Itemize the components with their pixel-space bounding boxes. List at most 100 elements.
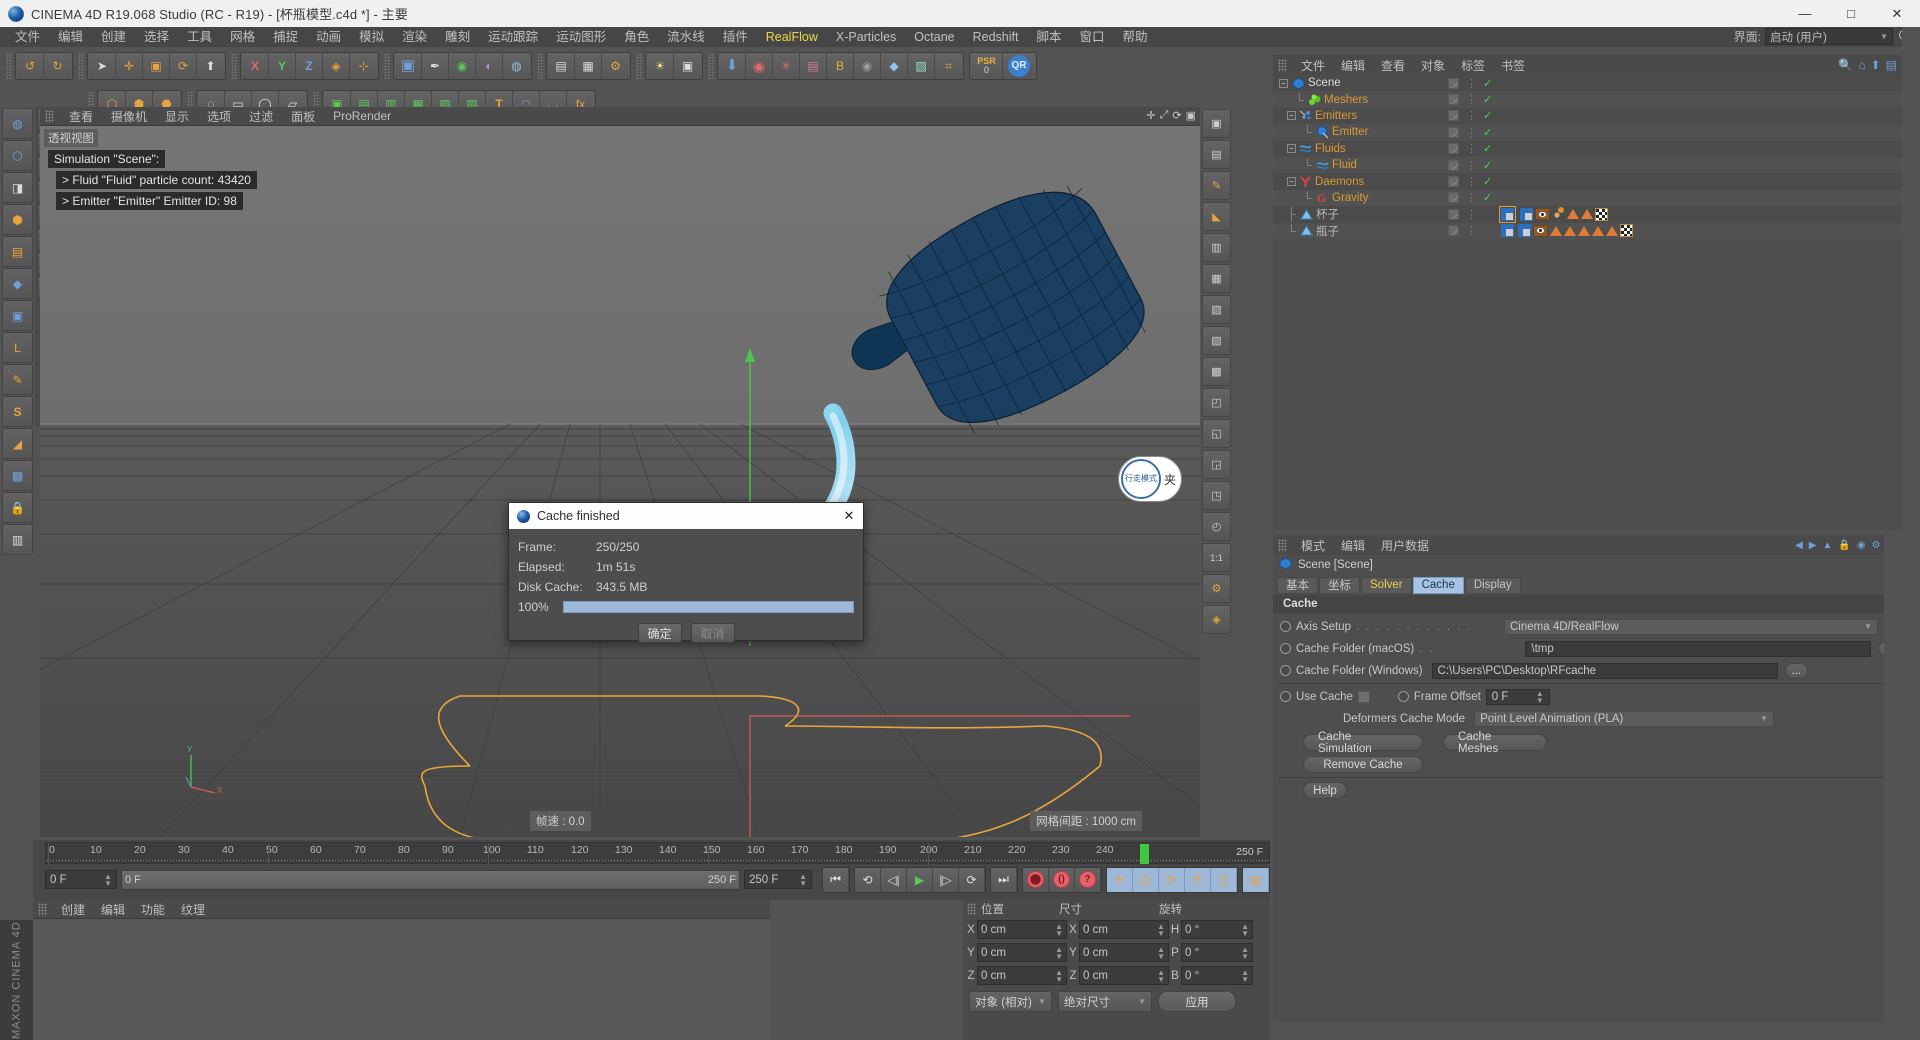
rf-mesh-button[interactable]: ◆ [881,53,908,79]
visibility-dots-icon[interactable] [1448,176,1459,187]
pin-icon[interactable]: ◉ [1857,540,1866,551]
toolbar-handle[interactable] [6,53,13,79]
forward-arrow-icon[interactable]: ▶ [1809,540,1817,551]
expander-icon[interactable]: − [1279,79,1288,88]
checker-tag[interactable] [1620,224,1633,237]
lock-axis-button[interactable]: 🔒 [2,492,33,523]
layout-icon[interactable]: ▤ [1886,58,1897,72]
goto-start-button[interactable]: ⏮ [823,868,849,892]
select-tool-button[interactable]: ➤ [89,53,116,79]
node-layout-button[interactable]: ◴ [1202,512,1231,541]
camera-button[interactable]: ▣ [674,53,701,79]
uv-tag[interactable] [1518,224,1531,237]
startup-layout-button[interactable]: ▨ [1202,326,1231,355]
timeline-playhead[interactable] [1140,844,1149,864]
menu-item-sculpt[interactable]: 雕刻 [436,27,479,47]
bend-deformer-button[interactable]: ◐ [476,53,503,79]
position-y-field[interactable]: 0 cm ▲▼ [977,943,1067,962]
spline-pen-button[interactable]: ✒ [422,53,449,79]
layer-dots-icon[interactable]: ⋮ [1466,142,1476,155]
material-tag[interactable] [1564,226,1576,236]
menu-item-realflow[interactable]: RealFlow [757,27,827,47]
stepper-icon[interactable]: ▲▼ [1536,690,1544,704]
visibility-dots-icon[interactable] [1448,127,1459,138]
material-tag[interactable] [1550,226,1562,236]
world-object-toggle[interactable]: ◈ [323,53,350,79]
timeline-range-scrollbar[interactable]: 0 F 250 F [121,870,740,890]
layer-dots-icon[interactable]: ⋮ [1466,77,1476,90]
panel-handle[interactable] [967,903,976,915]
layer-dots-icon[interactable]: ⋮ [1466,208,1476,221]
undo-button[interactable]: ↺ [17,53,44,79]
menu-item-plugins[interactable]: 插件 [714,27,757,47]
up-level-icon[interactable]: ⬆ [1871,58,1881,72]
rotation-key-toggle[interactable]: ⟳ [1159,868,1185,892]
stepper-icon[interactable]: ▲▼ [1241,969,1249,983]
tab-cache[interactable]: Cache [1413,577,1464,594]
object-row-fluids[interactable]: − Fluids ⋮ ✓ [1273,141,1902,157]
checker-tag[interactable] [1595,208,1608,221]
position-x-field[interactable]: 0 cm ▲▼ [977,920,1067,939]
maximize-button[interactable]: □ [1828,0,1874,27]
rf-preview-button[interactable]: ▨ [908,53,935,79]
axis-move-button[interactable]: ⊹ [350,53,377,79]
size-y-field[interactable]: 0 cm ▲▼ [1079,943,1169,962]
cursor-tool-button[interactable]: ⬆ [197,53,224,79]
phong-tag[interactable] [1552,206,1565,222]
bp-uv-layout-button[interactable]: ▩ [1202,357,1231,386]
walk-mode-icon[interactable]: 行走模式 [1121,459,1161,499]
display-tag[interactable] [1533,225,1548,237]
position-z-field[interactable]: 0 cm ▲▼ [977,966,1067,985]
tab-basic[interactable]: 基本 [1277,577,1318,594]
rf-scene-button[interactable]: ◉ [746,53,773,79]
generators-button[interactable]: ◉ [449,53,476,79]
current-frame-field[interactable]: 0 F ▲▼ [45,870,117,889]
render-view-button[interactable]: ▤ [548,53,575,79]
rf-collider-button[interactable]: ◉ [854,53,881,79]
open-timeline-button[interactable]: ▤ [1243,868,1269,892]
pan-icon[interactable]: ✛ [1146,109,1155,122]
enabled-check-icon[interactable]: ✓ [1483,109,1492,122]
polygon-mode-left-button[interactable]: ◆ [2,268,33,299]
enabled-check-icon[interactable]: ✓ [1483,93,1492,106]
rf-download-button[interactable]: ⬇ [719,53,746,79]
search-icon[interactable]: 🔍 [1838,58,1853,72]
am-menu-mode[interactable]: 模式 [1293,537,1333,554]
stepper-icon[interactable]: ▲▼ [1241,946,1249,960]
animate-radio-icon[interactable] [1280,621,1291,632]
stepper-icon[interactable]: ▲▼ [1055,969,1063,983]
world-axis-button[interactable]: ◍ [2,108,33,139]
menu-item-pipeline[interactable]: 流水线 [658,27,714,47]
cube-primitive-button[interactable]: ▣ [395,53,422,79]
viewport-solo-button[interactable]: ▥ [2,524,33,555]
tab-solver[interactable]: Solver [1361,577,1412,594]
autokey-button[interactable]: () [1049,868,1075,892]
lock-x-button[interactable]: X [242,53,269,79]
panel-handle[interactable] [1278,539,1287,552]
cache-folder-windows-browse-button[interactable]: ... [1785,663,1809,679]
material-menu-texture[interactable]: 纹理 [173,901,213,918]
toolbar-handle[interactable] [537,53,544,79]
viewport-menu-view[interactable]: 查看 [60,108,102,125]
rf-daemon-button[interactable]: B [827,53,854,79]
uv-layout-button[interactable]: ▧ [1202,295,1231,324]
animate-radio-icon[interactable] [1280,691,1291,702]
viewport-cube-button[interactable]: ◈ [1202,605,1231,634]
enabled-check-icon[interactable]: ✓ [1483,142,1492,155]
object-row-emitters[interactable]: − Emitters ⋮ ✓ [1273,108,1902,124]
grid-scale-button[interactable]: 1:1 [1202,543,1231,572]
light-button[interactable]: ☀ [647,53,674,79]
layer-dots-icon[interactable]: ⋮ [1466,126,1476,139]
keyframe-options-button[interactable]: ? [1075,868,1101,892]
viewport-canvas[interactable]: 透视视图 Simulation "Scene": > Fluid "Fluid"… [40,126,1200,837]
viewport-menu-filter[interactable]: 过滤 [240,108,282,125]
ok-button[interactable]: 确定 [638,623,682,643]
menu-item-help[interactable]: 帮助 [1114,27,1157,47]
stepper-icon[interactable]: ▲▼ [1055,946,1063,960]
quick-render-button[interactable]: QR [1003,53,1035,79]
om-menu-objects[interactable]: 对象 [1413,57,1453,74]
goto-end-button[interactable]: ⏭ [991,868,1017,892]
step-forward-button[interactable]: |▷ [933,868,959,892]
scale-tool-button[interactable]: ▣ [143,53,170,79]
object-row-cup[interactable]: ├ 杯子 ⋮ [1273,206,1902,222]
